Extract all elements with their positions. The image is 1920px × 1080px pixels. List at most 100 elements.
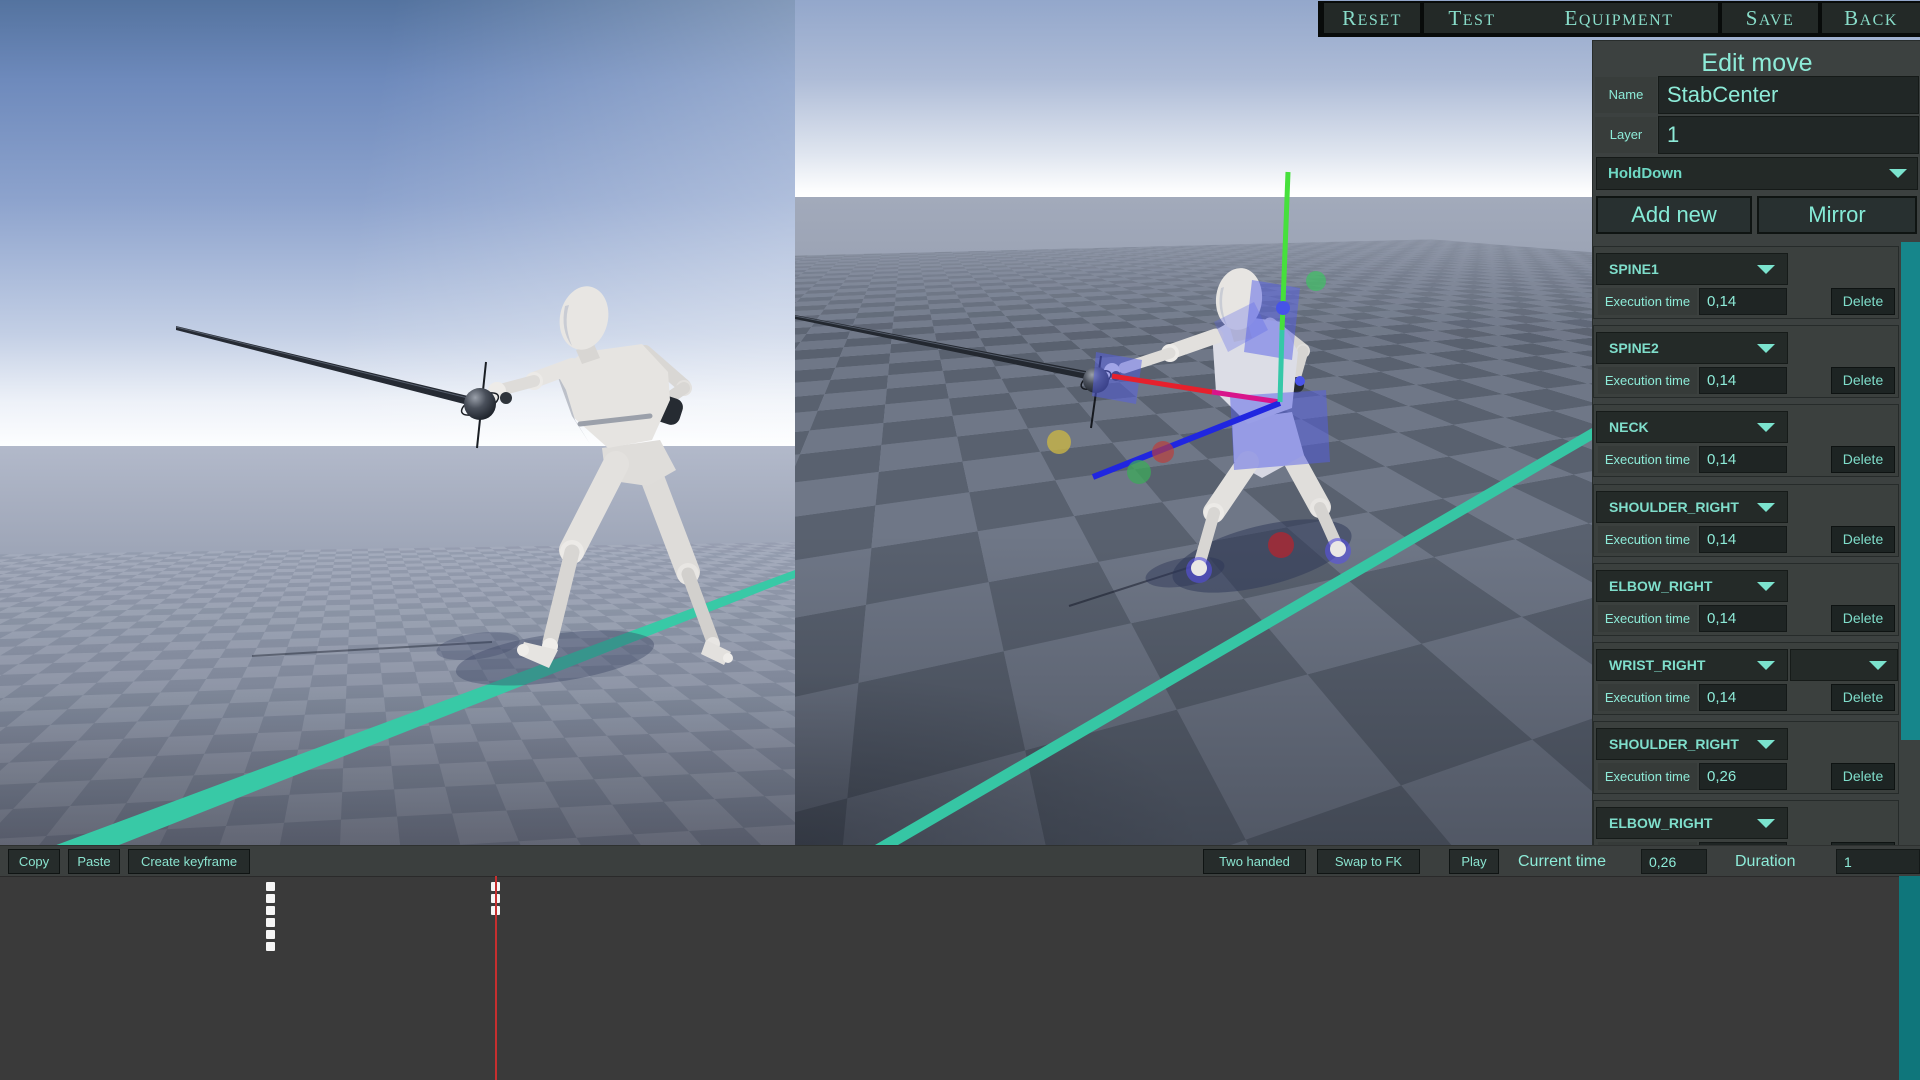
chevron-down-icon (1757, 344, 1775, 354)
bone-entry: SHOULDER_RIGHT Execution time Delete (1593, 721, 1899, 795)
execution-time-input[interactable] (1699, 525, 1787, 553)
bone-extra-dropdown[interactable] (1790, 649, 1898, 681)
delete-button[interactable]: Delete (1831, 288, 1895, 315)
execution-time-input[interactable] (1699, 604, 1787, 632)
timeline-end-bar[interactable] (1899, 876, 1920, 1080)
scene-left (56, 286, 795, 845)
add-new-button[interactable]: Add new (1596, 196, 1752, 234)
viewport-left[interactable] (0, 0, 795, 845)
name-input[interactable] (1658, 76, 1919, 114)
gizmo-dot-blue-chest (1276, 301, 1290, 315)
center-line-left (56, 570, 795, 845)
gizmo-dot-green (1127, 460, 1151, 484)
execution-time-label: Execution time (1598, 367, 1697, 395)
keyframe-marker[interactable] (266, 882, 275, 891)
keyframe-marker[interactable] (266, 894, 275, 903)
bone-entry: WRIST_RIGHT Execution time Delete (1593, 642, 1899, 715)
back-button-label: BACK (1844, 6, 1898, 30)
current-time-label: Current time (1518, 853, 1607, 870)
bone-name: ELBOW_RIGHT (1609, 815, 1713, 832)
keyframe-marker[interactable] (266, 906, 275, 915)
execution-time-input[interactable] (1699, 763, 1787, 791)
bone-name: SHOULDER_RIGHT (1609, 498, 1739, 515)
create-keyframe-button[interactable]: Create keyframe (128, 849, 250, 874)
bone-name: WRIST_RIGHT (1609, 657, 1706, 673)
bone-name: SPINE1 (1609, 261, 1659, 277)
rapier-right (795, 315, 1121, 429)
name-label: Name (1595, 77, 1657, 113)
swap-to-fk-button[interactable]: Swap to FK (1317, 849, 1420, 874)
execution-time-input[interactable] (1699, 684, 1787, 711)
chevron-down-icon (1757, 265, 1775, 274)
chevron-down-icon (1757, 819, 1775, 829)
bone-entry: SPINE2 Execution time Delete (1593, 325, 1899, 399)
bone-dropdown[interactable]: SHOULDER_RIGHT (1596, 490, 1788, 523)
save-button-label: SAVE (1745, 6, 1795, 30)
move-type-dropdown[interactable]: HoldDown (1596, 157, 1918, 190)
bone-name: ELBOW_RIGHT (1609, 577, 1713, 594)
back-button[interactable]: BACK (1822, 3, 1920, 33)
execution-time-input[interactable] (1699, 446, 1787, 474)
execution-time-input[interactable] (1699, 288, 1787, 315)
reset-button[interactable]: RESET (1324, 3, 1420, 33)
execution-time-input[interactable] (1699, 367, 1787, 395)
bone-name: SPINE2 (1609, 340, 1659, 357)
delete-button[interactable]: Delete (1831, 367, 1895, 395)
save-button[interactable]: SAVE (1722, 3, 1818, 33)
chevron-down-icon (1889, 169, 1907, 178)
equipment-button-label: EQUIPMENT (1564, 6, 1674, 30)
layer-input[interactable] (1658, 116, 1919, 154)
paste-button[interactable]: Paste (68, 849, 120, 874)
delete-button[interactable]: Delete (1831, 604, 1895, 632)
keyframe-marker[interactable] (266, 930, 275, 939)
delete-button[interactable]: Delete (1831, 525, 1895, 553)
bone-dropdown[interactable]: SHOULDER_RIGHT (1596, 728, 1788, 761)
chevron-down-icon (1757, 502, 1775, 512)
keyframe-marker[interactable] (266, 918, 275, 927)
delete-button[interactable]: Delete (1831, 446, 1895, 474)
bone-dropdown[interactable]: ELBOW_RIGHT (1596, 569, 1788, 602)
delete-button[interactable]: Delete (1831, 684, 1895, 711)
reset-button-label: RESET (1342, 6, 1402, 30)
mirror-button[interactable]: Mirror (1757, 196, 1917, 234)
duration-label: Duration (1735, 853, 1796, 870)
move-type-value: HoldDown (1608, 165, 1683, 182)
bone-list-scrollbar[interactable] (1901, 242, 1920, 740)
execution-time-label: Execution time (1598, 763, 1697, 791)
keyframe-marker[interactable] (266, 942, 275, 951)
bone-name: NECK (1609, 419, 1649, 436)
bone-entry: ELBOW_RIGHT Execution time Delete (1593, 800, 1899, 846)
gizmo-dot-yellow (1047, 430, 1071, 454)
chevron-down-icon (1757, 423, 1775, 433)
equipment-button[interactable]: EQUIPMENT (1520, 3, 1718, 33)
gizmo-dot-green-upper (1306, 271, 1326, 291)
duration-input[interactable] (1836, 849, 1920, 874)
rapier-left (175, 326, 512, 449)
chevron-down-icon (1757, 661, 1775, 670)
play-button[interactable]: Play (1449, 849, 1499, 874)
execution-time-label: Execution time (1598, 604, 1697, 632)
gizmo-dot-red-floor[interactable] (1268, 532, 1294, 558)
bone-dropdown[interactable]: ELBOW_RIGHT (1596, 807, 1788, 840)
bone-entry: NECK Execution time Delete (1593, 404, 1899, 478)
delete-button[interactable]: Delete (1831, 763, 1895, 791)
bottom-toolbar: Copy Paste Create keyframe Two handed Sw… (0, 845, 1920, 876)
bone-dropdown[interactable]: SPINE2 (1596, 332, 1788, 365)
bone-name: SHOULDER_RIGHT (1609, 736, 1739, 753)
bone-entry: SPINE1 Execution time Delete (1593, 246, 1899, 319)
bone-dropdown[interactable]: SPINE1 (1596, 253, 1788, 285)
layer-label: Layer (1595, 117, 1657, 153)
current-time-input[interactable] (1641, 849, 1707, 874)
top-action-bar: RESET TEST EQUIPMENT SAVE BACK (1318, 1, 1920, 37)
timeline-track[interactable] (0, 876, 1920, 1080)
copy-button[interactable]: Copy (8, 849, 60, 874)
chevron-down-icon (1757, 740, 1775, 750)
playhead[interactable] (495, 876, 497, 1080)
execution-time-label: Execution time (1598, 525, 1697, 553)
bone-dropdown[interactable]: WRIST_RIGHT (1596, 649, 1788, 681)
bone-dropdown[interactable]: NECK (1596, 411, 1788, 444)
test-button[interactable]: TEST (1424, 3, 1520, 33)
gizmo-dot-blue-hand (1295, 376, 1305, 386)
two-handed-button[interactable]: Two handed (1203, 849, 1306, 874)
execution-time-label: Execution time (1598, 288, 1697, 315)
